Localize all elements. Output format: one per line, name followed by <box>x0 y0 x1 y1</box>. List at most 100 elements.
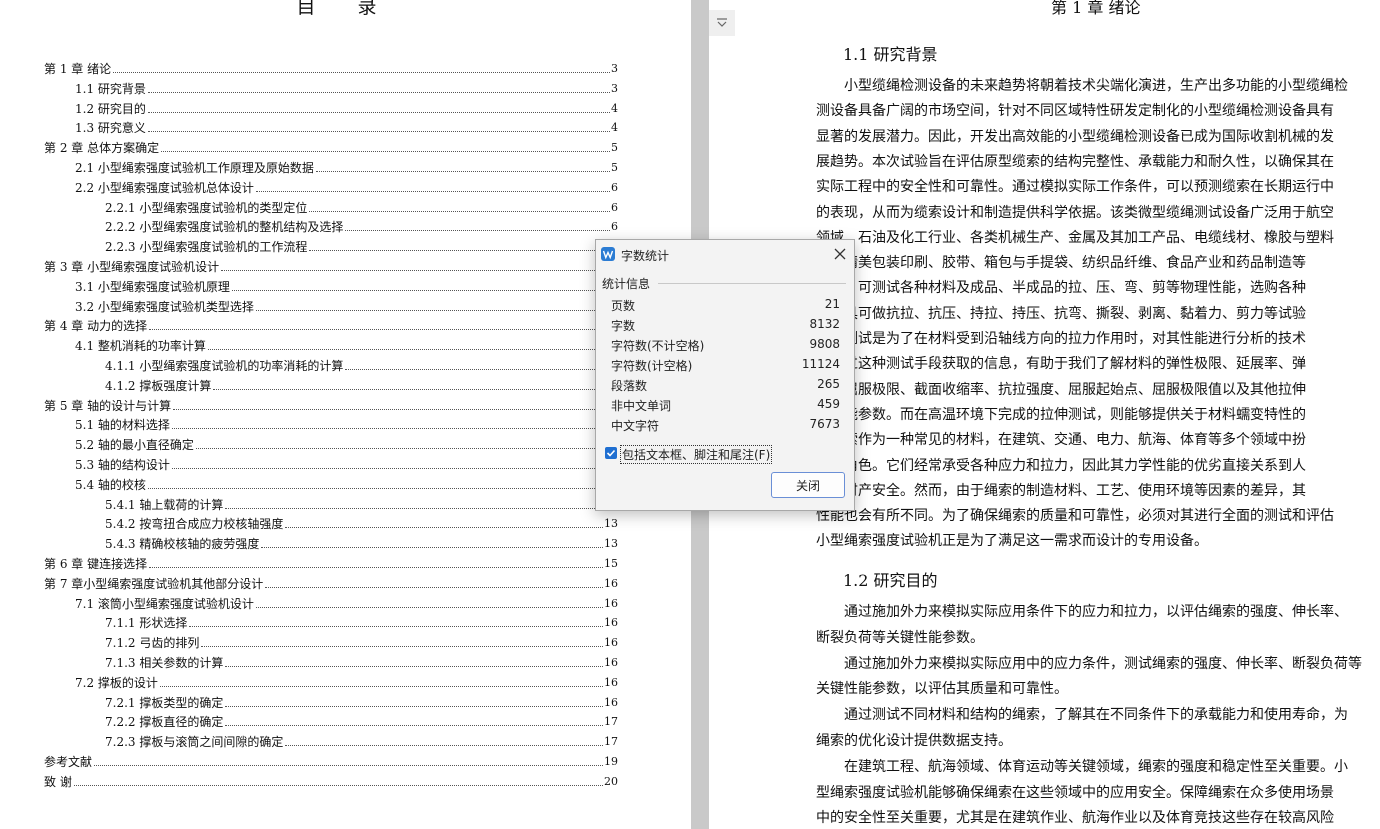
toc-entry[interactable]: 5.4.1 轴上载荷的计算 <box>105 492 602 512</box>
toc-entry[interactable]: 第 5 章 轴的设计与计算 <box>44 393 602 413</box>
toc-entry-text: 第 1 章 绪论 <box>44 62 112 76</box>
toc-entry-page: 4 <box>611 121 618 135</box>
toc-entry[interactable]: 3.1 小型绳索强度试验机原理 <box>75 274 602 294</box>
toc-entry-text: 第 7 章小型绳索强度试验机其他部分设计 <box>44 576 264 591</box>
toc-entry-page: 16 <box>604 616 618 630</box>
toc-entry[interactable]: 5.4 轴的校核 <box>75 472 602 492</box>
toc-entry[interactable]: 5.3 轴的结构设计 <box>75 452 602 472</box>
body-line: 通过测试不同材料和结构的绳索，了解其在不同条件下的承载能力和使用寿命，为 <box>816 707 1348 724</box>
body-line: 领域、石油及化工行业、各类机械生产、金属及其加工产品、电缆线材、橡胶与塑料 <box>816 229 1334 246</box>
toc-entry-page: 4 <box>611 101 618 115</box>
toc-leader <box>147 91 610 93</box>
include-textbox-checkbox[interactable] <box>605 447 617 459</box>
toc-entry[interactable]: 2.2.3 小型绳索强度试验机的工作流程 <box>105 234 602 254</box>
toc-entry-text: 7.2 撑板的设计 <box>75 675 158 690</box>
toc-entry-page: 16 <box>604 656 618 669</box>
dialog-title: 字数统计 <box>621 249 670 263</box>
toc-entry-text: 7.1.2 弓齿的排列 <box>105 636 200 651</box>
toc-entry[interactable]: 2.2 小型绳索强度试验机总体设计 6 <box>75 175 618 195</box>
toc-entry-text: 5.1 轴的材料选择 <box>75 418 170 433</box>
toc-entry-text: 7.1.3 相关参数的计算 <box>105 656 224 670</box>
stat-label: 字符数(不计空格) <box>611 339 705 353</box>
body-line: 小型绳索强度试验机正是为了满足这一需求而设计的专用设备。 <box>816 533 1208 550</box>
toc-entry-text: 5.2 轴的最小直径确定 <box>75 438 194 453</box>
toc-entry-text: 5.4.1 轴上载荷的计算 <box>105 497 224 512</box>
toc-entry-text: 5.4.2 按弯扭合成应力校核轴强度 <box>105 517 284 532</box>
toc-leader <box>261 547 603 549</box>
toc-entry[interactable]: 2.2.1 小型绳索强度试验机的类型定位 6 <box>105 195 618 215</box>
toc-entry[interactable]: 7.2.3 撑板与滚筒之间间隙的确定 17 <box>105 729 618 749</box>
toc-entry[interactable]: 5.1 轴的材料选择 <box>75 412 602 432</box>
stat-value: 459 <box>817 397 840 411</box>
toc-entry[interactable]: 1.1 研究背景 3 <box>75 76 618 96</box>
toc-entry-page: 6 <box>611 220 618 234</box>
toc-entry[interactable]: 5.4.3 精确校核轴的疲劳强度 13 <box>105 531 618 551</box>
toc-entry-text: 1.1 研究背景 <box>75 81 146 96</box>
toc-entry[interactable]: 7.1 滚筒小型绳索强度试验机设计 16 <box>75 591 618 611</box>
toc-entry[interactable]: 7.1.3 相关参数的计算 16 <box>105 650 618 670</box>
toc-entry[interactable]: 7.2 撑板的设计 16 <box>75 670 618 690</box>
toc-entry[interactable]: 第 4 章 动力的选择 <box>44 313 602 333</box>
toc-entry[interactable]: 2.2.2 小型绳索强度试验机的整机结构及选择 6 <box>105 214 618 234</box>
toc-leader <box>255 606 603 608</box>
toc-entry[interactable]: 7.2.2 撑板直径的确定 17 <box>105 709 618 729</box>
toc-entry[interactable]: 1.2 研究目的 4 <box>75 96 618 116</box>
toc-leader <box>285 527 603 529</box>
toc-entry[interactable]: 1.3 研究意义 4 <box>75 115 618 135</box>
close-icon[interactable] <box>832 246 848 262</box>
toc-entry[interactable]: 4.1.1 小型绳索强度试验机的功率消耗的计算 <box>105 353 602 373</box>
collapse-button[interactable] <box>709 10 735 36</box>
toc-entry-text: 5.4.3 精确校核轴的疲劳强度 <box>105 537 260 552</box>
body-line: 展趋势。本次试验旨在评估原型缆索的结构完整性、承载能力和耐久性，以确保其在 <box>816 153 1334 170</box>
toc-entry[interactable]: 7.1.2 弓齿的排列 16 <box>105 630 618 650</box>
toc-entry-page: 6 <box>611 180 618 194</box>
body-line: 以及精美包装印刷、胶带、箱包与手提袋、纺织品纤维、食品产业和药品制造等 <box>816 255 1306 272</box>
toc-entry-page: 17 <box>604 715 618 729</box>
toc-entry[interactable]: 第 1 章 绪论 3 <box>44 56 618 76</box>
toc-entry[interactable]: 第 3 章 小型绳索强度试验机设计 <box>44 254 602 274</box>
toc-leader <box>113 72 610 73</box>
include-textbox-label[interactable]: 包括文本框、脚注和尾注(F) <box>620 445 773 464</box>
wps-writer-icon <box>601 247 615 261</box>
toc-entry-page: 3 <box>611 81 618 95</box>
toc-leader <box>171 428 601 430</box>
toc-leader <box>159 685 603 687</box>
toc-entry[interactable]: 5.2 轴的最小直径确定 <box>75 432 602 452</box>
body-line: 关键角色。它们经常承受各种应力和拉力，因此其力学性能的优劣直接关系到人 <box>816 457 1306 474</box>
stat-value: 9808 <box>809 337 840 351</box>
toc-entry[interactable]: 5.4.2 按弯扭合成应力校核轴强度 13 <box>105 511 618 531</box>
toc-leader <box>225 666 603 667</box>
body-line: 通过施加外力来模拟实际应用中的应力条件，测试绳索的强度、伸长率、断裂负荷等 <box>816 655 1362 672</box>
toc-entry-text: 5.4 轴的校核 <box>75 477 146 492</box>
toc-leader <box>315 171 610 172</box>
toc-entry[interactable]: 致 谢 20 <box>44 769 618 789</box>
checkmark-icon <box>606 449 616 457</box>
toc-leader <box>173 408 601 410</box>
stat-value: 11124 <box>801 357 840 371</box>
toc-leader <box>207 349 601 351</box>
toc-entry[interactable]: 4.1 整机消耗的功率计算 <box>75 333 602 353</box>
toc-entry[interactable]: 第 6 章 键连接选择 15 <box>44 551 618 571</box>
close-button[interactable]: 关闭 <box>771 472 845 498</box>
toc-entry[interactable]: 7.2.1 撑板类型的确定 16 <box>105 690 618 710</box>
body-line: 小型缆绳检测设备的未来趋势将朝着技术尖端化演进，生产出多功能的小型缆绳检 <box>816 78 1348 94</box>
body-line: 领域。可测试各种材料及成品、半成品的拉、压、弯、剪等物理性能，选购各种 <box>816 280 1306 297</box>
toc-entry[interactable]: 7.1.1 形状选择 16 <box>105 610 618 630</box>
toc-entry-text: 5.3 轴的结构设计 <box>75 458 170 472</box>
toc-entry-text: 2.2.3 小型绳索强度试验机的工作流程 <box>105 240 308 255</box>
toc-entry[interactable]: 第 2 章 总体方案确定 5 <box>44 135 618 155</box>
toc-entry[interactable]: 第 7 章小型绳索强度试验机其他部分设计 16 <box>44 571 618 591</box>
toc-entry[interactable]: 4.1.2 撑板强度计算 <box>105 373 602 393</box>
toc-leader <box>147 111 610 113</box>
toc-entry[interactable]: 参考文献 19 <box>44 749 618 769</box>
stat-value: 21 <box>824 297 840 311</box>
body-line: 通过施加外力来模拟实际应用条件下的应力和拉力，以评估绳索的强度、伸长率、 <box>816 604 1348 620</box>
toc-entry[interactable]: 3.2 小型绳索强度试验机类型选择 <box>75 294 602 314</box>
stats-section-label: 统计信息 <box>602 277 651 291</box>
toc-leader <box>149 329 601 331</box>
stat-label: 非中文单词 <box>611 399 672 413</box>
toc-entry[interactable]: 2.1 小型绳索强度试验机工作原理及原始数据 5 <box>75 155 618 175</box>
stat-value: 265 <box>817 377 840 391</box>
toc-entry-text: 参考文献 <box>44 755 93 769</box>
toc-leader <box>147 131 610 133</box>
